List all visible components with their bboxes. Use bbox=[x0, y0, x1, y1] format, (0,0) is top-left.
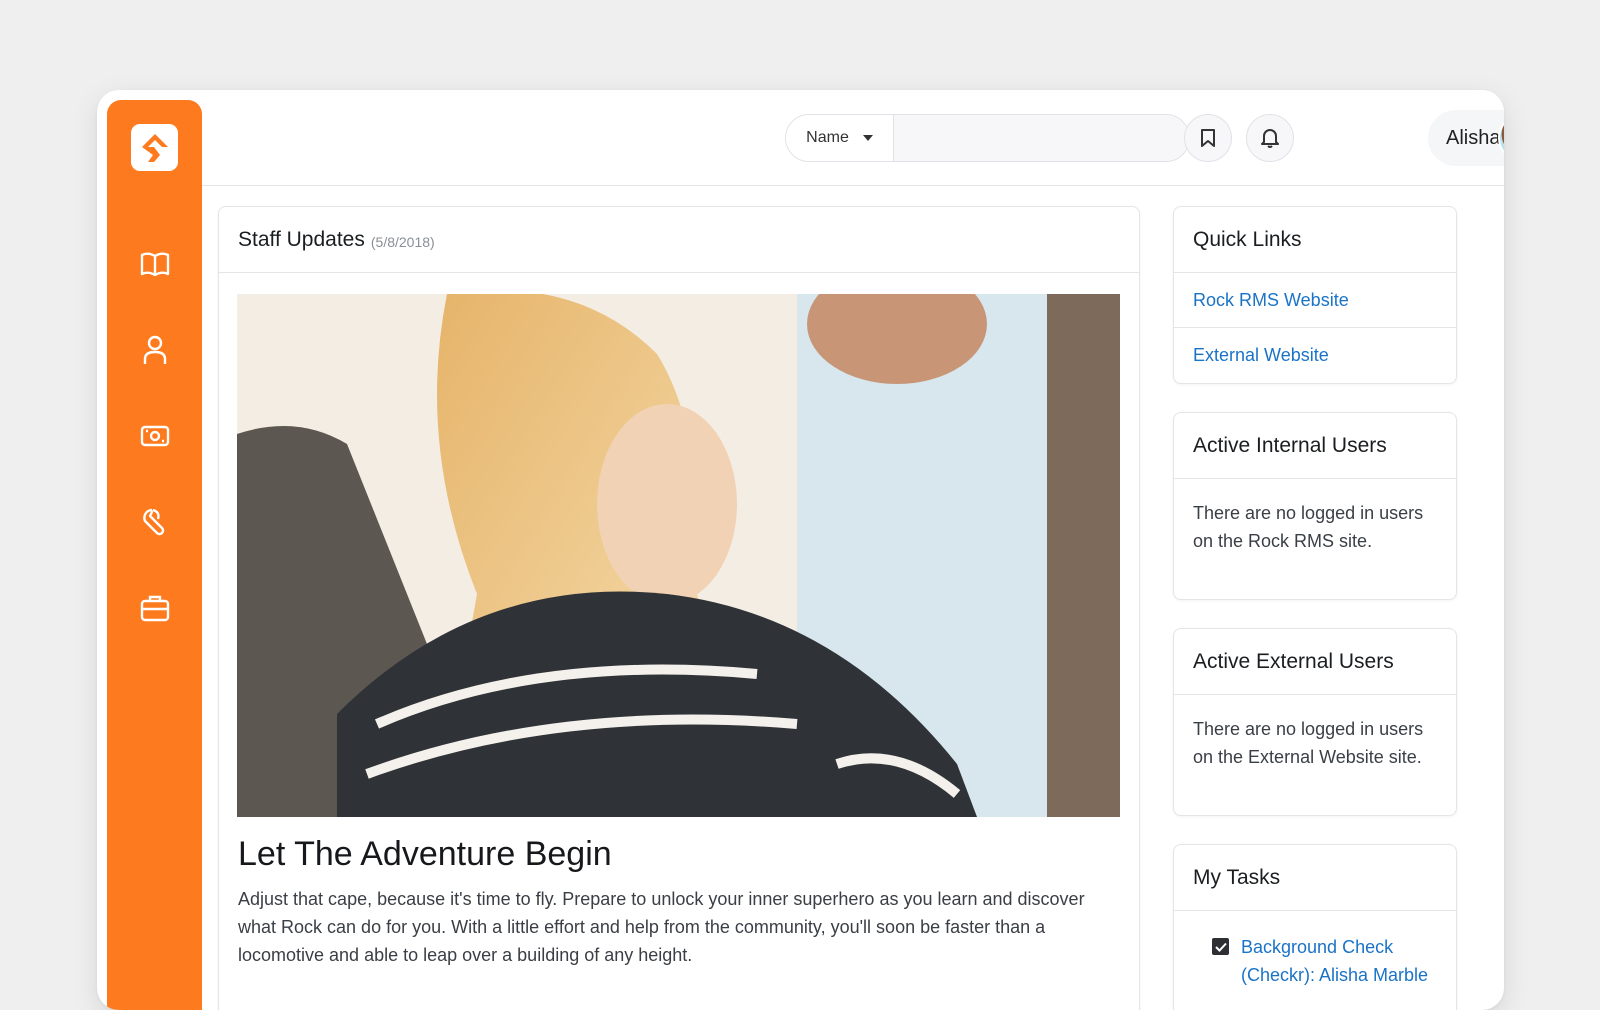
search-type-dropdown[interactable]: Name bbox=[786, 115, 894, 161]
article-body: Adjust that cape, because it's time to f… bbox=[238, 889, 1085, 965]
staff-updates-header: Staff Updates (5/8/2018) bbox=[219, 207, 1139, 273]
active-external-users-message: There are no logged in users on the Exte… bbox=[1193, 719, 1424, 767]
staff-updates-card: Staff Updates (5/8/2018) Let The Adventu… bbox=[218, 206, 1140, 1010]
bookmark-icon bbox=[1201, 129, 1215, 147]
my-tasks-card: My Tasks Background Check (Checkr): Alis… bbox=[1173, 844, 1457, 1010]
app-window: Name Alisha Staff Updates (5/8/2018) Let… bbox=[97, 90, 1504, 1010]
active-internal-users-header: Active Internal Users bbox=[1174, 413, 1456, 479]
check-icon bbox=[1214, 942, 1227, 952]
bell-icon bbox=[1261, 129, 1279, 148]
search-input[interactable] bbox=[894, 115, 1189, 161]
quick-links-header: Quick Links bbox=[1174, 207, 1456, 273]
quick-link-external-website[interactable]: External Website bbox=[1174, 328, 1456, 383]
bookmark-button[interactable] bbox=[1184, 114, 1232, 162]
chevron-down-icon bbox=[862, 135, 873, 141]
active-internal-users-message: There are no logged in users on the Rock… bbox=[1193, 503, 1424, 551]
active-external-users-header: Active External Users bbox=[1174, 629, 1456, 695]
user-menu[interactable]: Alisha bbox=[1428, 110, 1504, 166]
money-icon[interactable] bbox=[137, 418, 173, 454]
rock-logo[interactable] bbox=[131, 124, 178, 171]
user-name: Alisha bbox=[1446, 126, 1501, 149]
task-link[interactable]: Background Check (Checkr): Alisha Marble bbox=[1241, 933, 1437, 989]
search-type-label: Name bbox=[806, 129, 849, 146]
article-title: Let The Adventure Begin bbox=[238, 835, 612, 873]
wrench-icon[interactable] bbox=[137, 504, 173, 540]
avatar bbox=[1498, 114, 1504, 162]
person-icon[interactable] bbox=[137, 332, 173, 368]
my-tasks-title: My Tasks bbox=[1193, 865, 1281, 889]
top-header: Name Alisha bbox=[202, 90, 1504, 186]
quick-link-rock-rms-website[interactable]: Rock RMS Website bbox=[1174, 273, 1456, 328]
staff-updates-date: (5/8/2018) bbox=[370, 233, 435, 250]
my-tasks-header: My Tasks bbox=[1174, 845, 1456, 911]
active-internal-users-card: Active Internal Users There are no logge… bbox=[1173, 412, 1457, 600]
active-internal-users-title: Active Internal Users bbox=[1193, 433, 1387, 457]
notifications-button[interactable] bbox=[1246, 114, 1294, 162]
article-hero-image bbox=[237, 294, 1120, 817]
book-icon[interactable] bbox=[137, 246, 173, 282]
quick-links-title: Quick Links bbox=[1193, 227, 1302, 251]
briefcase-icon[interactable] bbox=[137, 590, 173, 626]
search-group: Name bbox=[785, 114, 1190, 162]
staff-updates-title: Staff Updates bbox=[238, 227, 365, 251]
quick-links-card: Quick Links Rock RMS Website External We… bbox=[1173, 206, 1457, 384]
task-item: Background Check (Checkr): Alisha Marble bbox=[1174, 911, 1456, 989]
sidebar bbox=[107, 100, 202, 1010]
task-checkbox[interactable] bbox=[1212, 938, 1229, 955]
active-external-users-card: Active External Users There are no logge… bbox=[1173, 628, 1457, 816]
active-external-users-title: Active External Users bbox=[1193, 649, 1394, 673]
